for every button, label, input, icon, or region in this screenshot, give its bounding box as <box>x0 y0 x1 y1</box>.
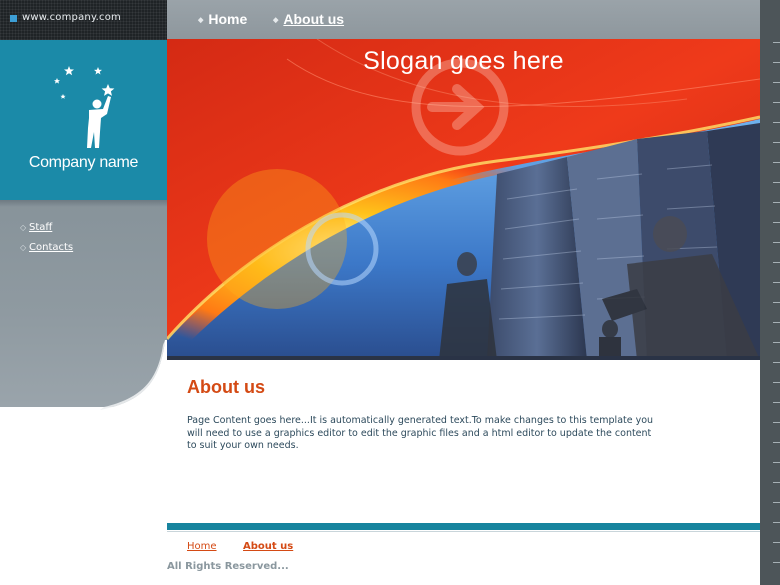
hero-slogan: Slogan goes here <box>363 47 564 75</box>
diamond-bullet-icon: ◆ <box>198 17 204 24</box>
footer-divider-bar <box>167 523 760 530</box>
logo-box: Company name <box>0 40 167 200</box>
hero-banner <box>167 39 760 360</box>
sidebar-item-staff[interactable]: ◇ Staff <box>20 222 52 233</box>
sidebar-curve-decoration <box>0 340 167 410</box>
copyright-text: All Rights Reserved... <box>167 561 289 572</box>
footer-home-link[interactable]: Home <box>187 541 217 552</box>
diamond-bullet-icon: ◇ <box>20 243 27 252</box>
sidebar-item-contacts[interactable]: ◇ Contacts <box>20 242 73 253</box>
nav-label: About us <box>283 11 345 27</box>
page-content-text: Page Content goes here...It is automatic… <box>187 415 654 451</box>
sidebar-item-label: Contacts <box>29 242 74 253</box>
star-person-logo-icon <box>54 66 115 148</box>
company-name: Company name <box>28 154 139 171</box>
footer-divider-line <box>167 531 760 532</box>
square-bullet-icon <box>10 15 17 22</box>
url-bar: www.company.com <box>0 0 167 40</box>
top-nav: ◆ Home ◆ About us <box>167 0 760 39</box>
nav-label: Home <box>208 11 248 27</box>
nav-about-link[interactable]: ◆ About us <box>273 11 344 27</box>
site-url: www.company.com <box>22 12 121 23</box>
diamond-bullet-icon: ◆ <box>273 17 279 24</box>
footer-about-link[interactable]: About us <box>243 541 293 552</box>
page-title: About us <box>187 377 265 397</box>
right-edge-strip <box>760 0 780 585</box>
hero-image <box>167 39 760 360</box>
sidebar-item-label: Staff <box>29 222 53 233</box>
sidebar-shadow <box>0 200 167 207</box>
diamond-bullet-icon: ◇ <box>20 223 27 232</box>
nav-home-link[interactable]: ◆ Home <box>198 11 247 27</box>
